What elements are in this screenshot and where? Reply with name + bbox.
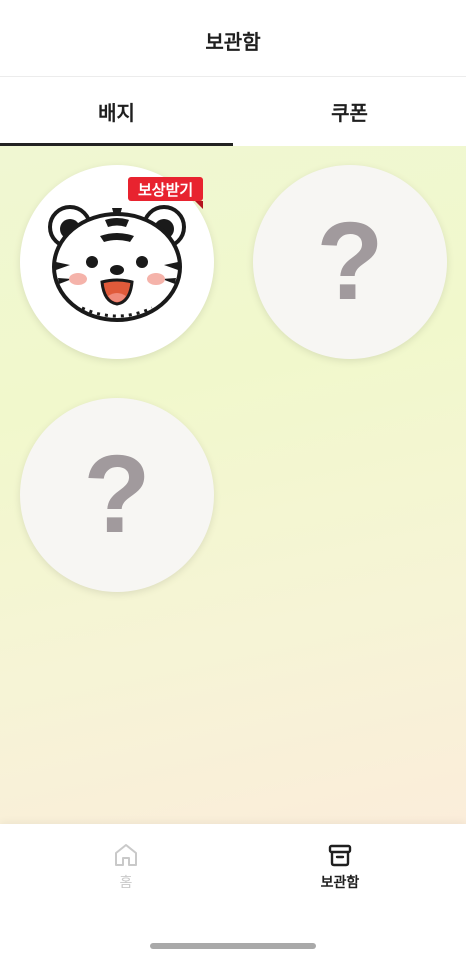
nav-item-label: 보관함 (320, 875, 360, 891)
question-mark-icon: ? (316, 200, 384, 323)
nav-item-label: 홈 (119, 875, 133, 891)
claim-reward-tag[interactable]: 보상받기 (128, 177, 204, 209)
page-title: 보관함 (205, 29, 261, 54)
home-indicator[interactable] (150, 943, 316, 949)
badge-locked[interactable]: ? (20, 398, 214, 592)
home-icon (115, 844, 137, 866)
tab-badges[interactable]: 배지 (0, 77, 233, 146)
nav-item-storage[interactable]: 보관함 (290, 842, 390, 902)
tiger-badge-icon (48, 205, 186, 322)
nav-item-home[interactable]: 홈 (76, 842, 176, 902)
question-mark-icon: ? (83, 433, 151, 556)
bottom-navigation: 홈 보관함 (0, 824, 466, 960)
tab-coupons[interactable]: 쿠폰 (233, 77, 466, 146)
archive-box-icon (328, 844, 352, 867)
tab-bar: 배지 쿠폰 (0, 77, 466, 146)
app-header: 보관함 (0, 0, 466, 77)
badge-locked[interactable]: ? (253, 165, 447, 359)
